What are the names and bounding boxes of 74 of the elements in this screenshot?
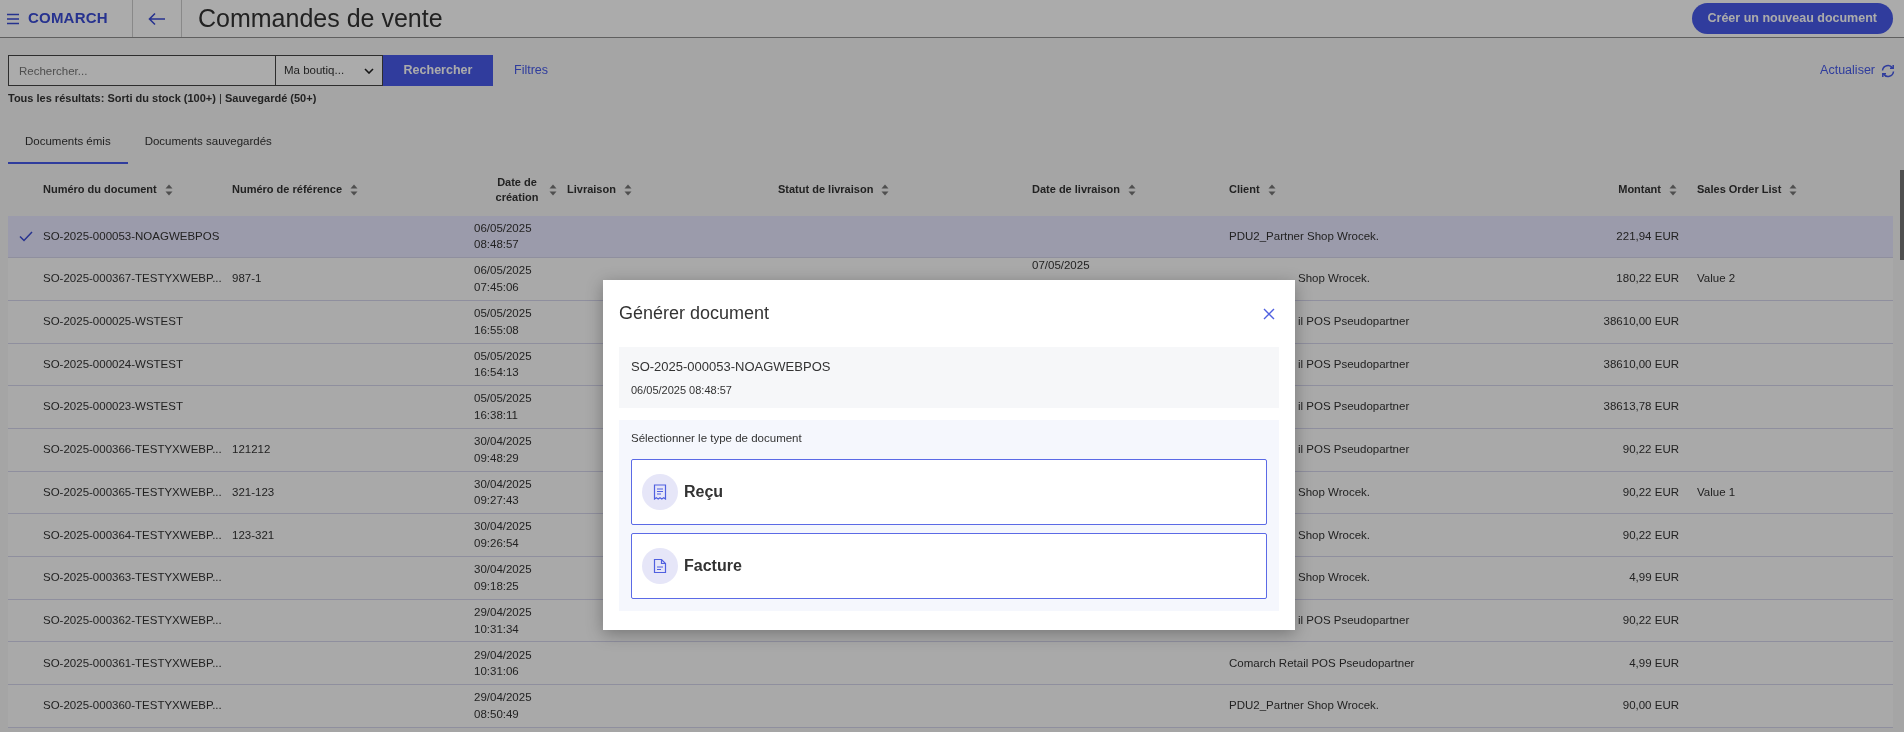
- date-text: 30/04/2025: [474, 476, 533, 492]
- time-text: 16:54:13: [474, 365, 520, 381]
- table-cell: 38610,00 EUR: [1603, 357, 1679, 370]
- prompt-text: Sélectionner le type de document: [631, 431, 802, 446]
- table-cell: Shop Wrocek.: [1298, 528, 1370, 541]
- date-text: 30/04/2025: [474, 562, 533, 578]
- table-cell: 90,22 EUR: [1622, 613, 1679, 626]
- date-text: 29/04/2025: [474, 690, 533, 706]
- table-cell: SO-2025-000364-TESTYXWEBP...: [43, 528, 222, 541]
- document-number: SO-2025-000053-NOAGWEBPOS: [631, 358, 832, 376]
- time-text: 10:31:34: [474, 621, 520, 637]
- table-cell: SO-2025-000361-TESTYXWEBP...: [43, 656, 222, 669]
- date-text: 05/05/2025: [474, 306, 533, 322]
- table-cell: Shop Wrocek.: [1298, 272, 1370, 285]
- time-text: 09:27:43: [474, 493, 520, 509]
- table-cell: il POS Pseudopartner: [1298, 613, 1410, 626]
- time-text: 08:50:49: [474, 706, 520, 722]
- table-cell: Value 2: [1697, 272, 1736, 285]
- table-cell: il POS Pseudopartner: [1298, 400, 1410, 413]
- table-cell: 4,99 EUR: [1629, 656, 1679, 669]
- dialog-title: Générer document: [619, 302, 770, 325]
- time-text: 09:26:54: [474, 536, 520, 552]
- date-text: 29/04/2025: [474, 604, 533, 620]
- date-text: 30/04/2025: [474, 434, 533, 450]
- table-cell: 221,94 EUR: [1616, 229, 1679, 242]
- table-cell: 38610,00 EUR: [1603, 315, 1679, 328]
- table-cell: 180,22 EUR: [1616, 272, 1679, 285]
- date-text: 30/04/2025: [474, 519, 533, 535]
- table-cell: 07/05/2025: [1032, 259, 1090, 272]
- time-text: 08:48:57: [474, 237, 520, 253]
- table-cell: 987-1: [232, 272, 262, 285]
- table-cell: SO-2025-000023-WSTEST: [43, 400, 183, 413]
- table-cell: SO-2025-000362-TESTYXWEBP...: [43, 613, 222, 626]
- table-cell: SO-2025-000363-TESTYXWEBP...: [43, 571, 222, 584]
- table-cell: Shop Wrocek.: [1298, 571, 1370, 584]
- table-cell: il POS Pseudopartner: [1298, 315, 1410, 328]
- table-cell: 123-321: [232, 528, 275, 541]
- table-cell: PDU2_Partner Shop Wrocek.: [1229, 229, 1379, 242]
- time-text: 09:18:25: [474, 578, 520, 594]
- date-text: 29/04/2025: [474, 647, 533, 663]
- table-cell: SO-2025-000360-TESTYXWEBP...: [43, 699, 222, 712]
- time-text: 16:55:08: [474, 322, 520, 338]
- time-text: 10:31:06: [474, 664, 520, 680]
- table-cell: 321-123: [232, 485, 275, 498]
- table-cell: SO-2025-000367-TESTYXWEBP...: [43, 272, 222, 285]
- time-text: 07:45:06: [474, 280, 520, 296]
- logo-text: COMARCH: [28, 8, 108, 29]
- document-date: 06/05/2025 08:48:57: [631, 382, 733, 398]
- table-cell: Shop Wrocek.: [1298, 485, 1370, 498]
- table-cell: 4,99 EUR: [1629, 571, 1679, 584]
- table-cell: 121212: [232, 443, 271, 456]
- date-text: 06/05/2025: [474, 263, 533, 279]
- table-cell: SO-2025-000053-NOAGWEBPOS: [43, 229, 220, 242]
- table-cell: il POS Pseudopartner: [1298, 357, 1410, 370]
- results-summary: Tous les résultats: Sorti du stock (100+) | Sauvegardé (50+): [7, 91, 318, 106]
- table-cell: Value 1: [1697, 485, 1736, 498]
- page-title: Commandes de vente: [197, 2, 444, 34]
- table-cell: SO-2025-000365-TESTYXWEBP...: [43, 485, 222, 498]
- table-cell: SO-2025-000366-TESTYXWEBP...: [43, 443, 222, 456]
- table-cell: PDU2_Partner Shop Wrocek.: [1229, 699, 1379, 712]
- table-cell: Comarch Retail POS Pseudopartner: [1229, 656, 1415, 669]
- table-cell: SO-2025-000024-WSTEST: [43, 357, 183, 370]
- time-text: 16:38:11: [474, 408, 519, 424]
- table-cell: 38613,78 EUR: [1603, 400, 1679, 413]
- table-cell: 90,22 EUR: [1622, 528, 1679, 541]
- table-cell: il POS Pseudopartner: [1298, 443, 1410, 456]
- table-cell: SO-2025-000025-WSTEST: [43, 315, 183, 328]
- date-text: 06/05/2025: [474, 220, 533, 236]
- date-text: 05/05/2025: [474, 391, 533, 407]
- table-cell: 90,22 EUR: [1622, 485, 1679, 498]
- table-cell: 90,22 EUR: [1622, 443, 1679, 456]
- date-text: 05/05/2025: [474, 348, 533, 364]
- time-text: 09:48:29: [474, 450, 520, 466]
- table-cell: 90,00 EUR: [1622, 699, 1679, 712]
